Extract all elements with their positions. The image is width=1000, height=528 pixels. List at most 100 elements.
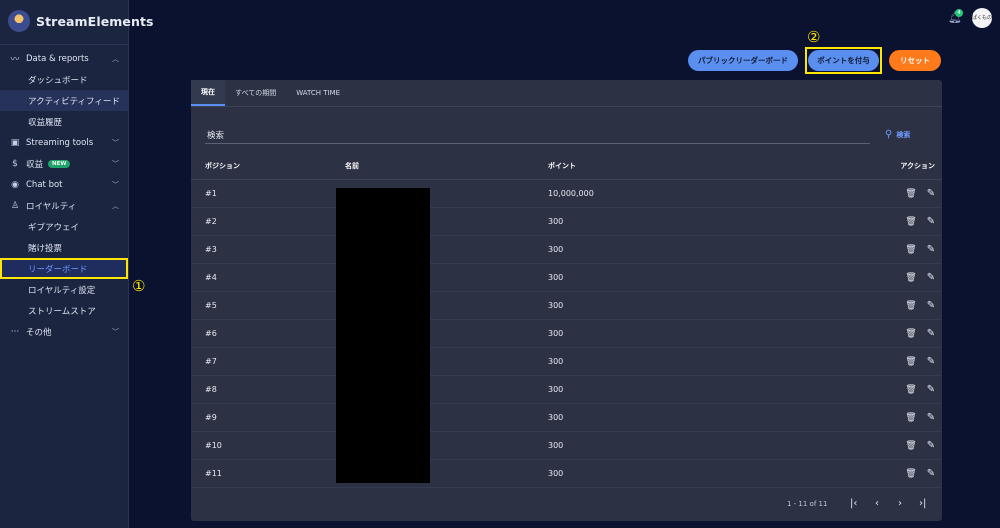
more-icon: ··· [10,326,20,337]
next-page-icon[interactable]: › [898,498,902,509]
delete-icon[interactable]: 🗑︎ [905,328,916,339]
prev-page-icon[interactable]: ‹ [875,498,879,509]
row-actions: 🗑︎ ✎ [874,328,942,339]
sidebar-item-dashboard[interactable]: ダッシュボード [0,69,128,90]
chevron-down-icon: ﹀ [112,159,119,168]
row-actions: 🗑︎ ✎ [874,356,942,367]
edit-pencil-icon[interactable]: ✎ [926,300,936,311]
table-body: #1 10,000,000 🗑︎ ✎ #2 300 🗑︎ ✎ #3 300 🗑︎ ✎ #4 300 🗑︎ ✎ #… [191,180,942,488]
delete-icon[interactable]: 🗑︎ [905,356,916,367]
table-row: #10 300 🗑︎ ✎ [191,432,942,460]
row-points: 300 [548,301,564,310]
delete-icon[interactable]: 🗑︎ [905,216,916,227]
sidebar-section-label: Streaming tools [26,137,94,148]
sidebar-section-other[interactable]: ··· その他 ﹀ [0,321,128,342]
streamelements-logo-icon [8,10,30,32]
sidebar-item-leaderboard[interactable]: リーダーボード [0,258,128,279]
edit-pencil-icon[interactable]: ✎ [926,188,936,199]
reset-button[interactable]: リセット [889,50,941,71]
table-row: #1 10,000,000 🗑︎ ✎ [191,180,942,208]
chevron-up-icon: ︿ [112,201,119,210]
loyalty-icon: ♙ [10,200,20,211]
table-row: #2 300 🗑︎ ✎ [191,208,942,236]
sidebar-item-activity-feed[interactable]: アクティビティフィード [0,90,128,111]
chat-icon: ◉ [11,179,19,190]
tab-all-time[interactable]: すべての期間 [225,80,286,106]
edit-pencil-icon[interactable]: ✎ [926,272,936,283]
redacted-names [336,188,430,483]
table-row: #4 300 🗑︎ ✎ [191,264,942,292]
delete-icon[interactable]: 🗑︎ [905,468,916,479]
edit-pencil-icon[interactable]: ✎ [926,244,936,255]
public-leaderboard-button[interactable]: パブリックリーダーボード [688,50,798,71]
chevron-up-icon: ︿ [112,54,119,63]
delete-icon[interactable]: 🗑︎ [905,272,916,283]
annotation-number-2: ② [807,28,821,46]
sidebar-item-bet-poll[interactable]: 賭け投票 [0,237,128,258]
delete-icon[interactable]: 🗑︎ [905,300,916,311]
delete-icon[interactable]: 🗑︎ [905,244,916,255]
sidebar: StreamElements 〰 Data & reports ︿ ダッシュボー… [0,0,154,528]
tab-current[interactable]: 現在 [191,80,225,106]
search-input[interactable]: 検索 [207,129,224,141]
table-header: ポジション 名前 ポイント アクション [191,153,942,180]
row-points: 300 [548,357,564,366]
row-points: 300 [548,441,564,450]
edit-pencil-icon[interactable]: ✎ [926,328,936,339]
delete-icon[interactable]: 🗑︎ [905,412,916,423]
edit-pencil-icon[interactable]: ✎ [926,468,936,479]
tab-watch-time[interactable]: WATCH TIME [286,80,350,106]
edit-pencil-icon[interactable]: ✎ [926,216,936,227]
sidebar-section-label: ロイヤルティ [26,201,77,212]
header-name: 名前 [345,162,359,170]
award-points-button[interactable]: ポイントを付与 [808,50,879,71]
edit-pencil-icon[interactable]: ✎ [926,384,936,395]
new-badge: NEW [48,159,71,168]
sidebar-section-revenue[interactable]: $ 収益 NEW ﹀ [0,153,128,174]
row-actions: 🗑︎ ✎ [874,412,942,423]
sidebar-nav: 〰 Data & reports ︿ ダッシュボード アクティビティフィード 収… [0,48,128,342]
sidebar-item-loyalty-settings[interactable]: ロイヤルティ設定 [0,279,128,300]
sidebar-section-loyalty[interactable]: ♙ ロイヤルティ ︿ [0,195,128,216]
search-button[interactable]: ⚲ 検索 [885,129,910,140]
row-position: #8 [205,385,217,394]
leaderboard-panel: 現在 すべての期間 WATCH TIME 検索 ⚲ 検索 ポジション 名前 ポイ… [191,80,942,521]
first-page-icon[interactable]: |‹ [850,498,857,509]
edit-pencil-icon[interactable]: ✎ [926,356,936,367]
sidebar-section-data-reports[interactable]: 〰 Data & reports ︿ [0,48,128,69]
brand-name: StreamElements [36,13,154,29]
row-position: #5 [205,301,217,310]
edit-pencil-icon[interactable]: ✎ [926,412,936,423]
table-row: #5 300 🗑︎ ✎ [191,292,942,320]
header-actions: アクション [900,162,935,170]
row-actions: 🗑︎ ✎ [874,300,942,311]
row-actions: 🗑︎ ✎ [874,188,942,199]
table-row: #9 300 🗑︎ ✎ [191,404,942,432]
row-points: 300 [548,273,564,282]
search-underline [205,143,870,144]
row-position: #3 [205,245,217,254]
sidebar-item-revenue-history[interactable]: 収益履歴 [0,111,128,132]
pagination-range: 1 - 11 of 11 [787,500,828,508]
brand-logo[interactable]: StreamElements [8,10,154,32]
pagination: 1 - 11 of 11 |‹ ‹ › ›| [191,495,942,515]
row-position: #6 [205,329,217,338]
delete-icon[interactable]: 🗑︎ [905,188,916,199]
edit-pencil-icon[interactable]: ✎ [926,440,936,451]
sidebar-item-stream-store[interactable]: ストリームストア [0,300,128,321]
row-actions: 🗑︎ ✎ [874,440,942,451]
sidebar-section-streaming-tools[interactable]: ▣ Streaming tools ﹀ [0,132,128,153]
annotation-number-1: ① [132,277,146,295]
sidebar-section-chat-bot[interactable]: ◉ Chat bot ﹀ [0,174,128,195]
last-page-icon[interactable]: ›| [919,498,926,509]
notification-badge: 4 [955,9,963,17]
sidebar-item-giveaway[interactable]: ギブアウェイ [0,216,128,237]
header-position: ポジション [205,162,240,170]
layout-icon: ▣ [10,137,20,148]
row-actions: 🗑︎ ✎ [874,244,942,255]
row-position: #11 [205,469,222,478]
delete-icon[interactable]: 🗑︎ [905,440,916,451]
delete-icon[interactable]: 🗑︎ [905,384,916,395]
avatar[interactable]: ぱくもの [972,8,992,28]
table-row: #6 300 🗑︎ ✎ [191,320,942,348]
